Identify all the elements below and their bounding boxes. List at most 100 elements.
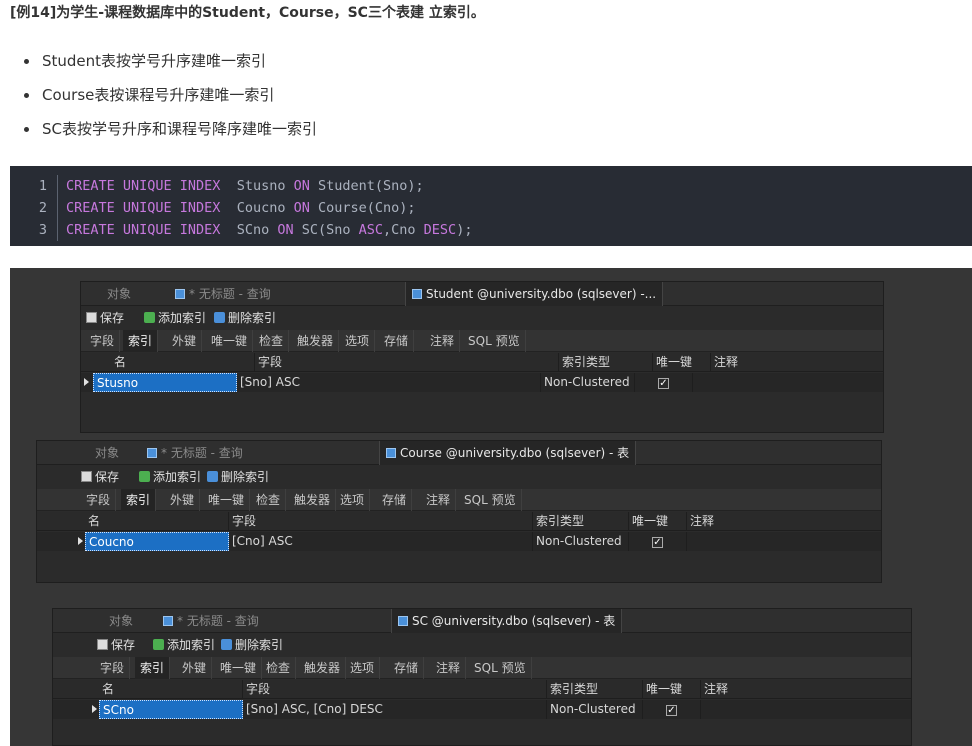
subtab-checks[interactable]: 检查 <box>254 330 290 352</box>
save-button[interactable]: 保存 <box>86 309 124 327</box>
delete-index-button[interactable]: 删除索引 <box>207 468 269 486</box>
cell-unique[interactable]: ✓ <box>643 700 701 719</box>
tab-query-label: * 无标题 - 查询 <box>177 614 259 628</box>
subtab-fields[interactable]: 字段 <box>81 489 117 511</box>
subtab-comment[interactable]: 注释 <box>431 657 467 679</box>
subtab-foreign-keys[interactable]: 外键 <box>177 657 213 679</box>
column-name[interactable]: 名 <box>85 512 229 531</box>
subtab-options[interactable]: 选项 <box>335 489 371 511</box>
unique-checkbox[interactable]: ✓ <box>652 537 663 548</box>
cell-field[interactable]: [Sno] ASC, [Cno] DESC <box>243 700 547 719</box>
subtab-unique-keys[interactable]: 唯一键 <box>215 657 263 679</box>
subtab-comment[interactable]: 注释 <box>421 489 457 511</box>
cell-field[interactable]: [Cno] ASC <box>229 532 533 551</box>
add-index-button[interactable]: 添加索引 <box>153 636 215 654</box>
cell-index-type[interactable]: Non-Clustered <box>533 532 629 551</box>
subtab-comment[interactable]: 注释 <box>425 330 461 352</box>
subtab-sql-preview[interactable]: SQL 预览 <box>463 330 526 352</box>
line-number: 1 <box>10 175 58 197</box>
cell-field[interactable]: [Sno] ASC <box>237 373 541 392</box>
column-index-type[interactable]: 索引类型 <box>559 353 653 372</box>
cell-index-name[interactable]: Stusno <box>93 373 237 392</box>
unique-checkbox[interactable]: ✓ <box>658 378 669 389</box>
subtab-indexes[interactable]: 索引 <box>117 486 159 514</box>
subtab-unique-keys[interactable]: 唯一键 <box>206 330 254 352</box>
window-tabbar: 对象 * 无标题 - 查询 Student @university.dbo (s… <box>81 282 883 306</box>
tab-query[interactable]: * 无标题 - 查询 <box>141 441 249 465</box>
subtab-storage[interactable]: 存储 <box>389 657 425 679</box>
tab-query[interactable]: * 无标题 - 查询 <box>157 609 265 633</box>
tab-objects[interactable]: 对象 <box>103 609 139 633</box>
save-button[interactable]: 保存 <box>97 636 135 654</box>
subtab-storage[interactable]: 存储 <box>379 330 415 352</box>
column-comment[interactable]: 注释 <box>687 512 881 531</box>
column-name[interactable]: 名 <box>99 680 243 699</box>
keyword: CREATE UNIQUE INDEX <box>66 200 221 216</box>
save-icon <box>97 639 108 650</box>
code-text: Student(Sno); <box>309 178 424 194</box>
sql-code-block: 1 CREATE UNIQUE INDEX Stusno ON Student(… <box>10 166 972 246</box>
subtab-triggers[interactable]: 触发器 <box>299 657 347 679</box>
cell-index-name[interactable]: Coucno <box>85 532 229 551</box>
column-unique[interactable]: 唯一键 <box>653 353 711 372</box>
subtab-checks[interactable]: 检查 <box>251 489 287 511</box>
tab-objects[interactable]: 对象 <box>101 282 137 306</box>
cell-index-name[interactable]: SCno <box>99 700 243 719</box>
table-row[interactable]: Stusno [Sno] ASC Non-Clustered ✓ <box>81 373 883 392</box>
subtab-triggers[interactable]: 触发器 <box>289 489 337 511</box>
column-comment[interactable]: 注释 <box>711 353 883 372</box>
add-index-button[interactable]: 添加索引 <box>144 309 206 327</box>
article-page: [例14]为学生-课程数据库中的Student，Course，SC三个表建 立索… <box>0 0 972 746</box>
subtab-triggers[interactable]: 触发器 <box>292 330 340 352</box>
tab-table-design[interactable]: SC @university.dbo (sqlsever) - 表 <box>391 609 623 633</box>
column-field[interactable]: 字段 <box>255 353 559 372</box>
subtab-foreign-keys[interactable]: 外键 <box>167 330 203 352</box>
table-icon <box>412 289 422 299</box>
subtab-options[interactable]: 选项 <box>340 330 376 352</box>
subtab-foreign-keys[interactable]: 外键 <box>165 489 201 511</box>
column-index-type[interactable]: 索引类型 <box>533 512 629 531</box>
cell-index-type[interactable]: Non-Clustered <box>541 373 635 392</box>
subtab-indexes[interactable]: 索引 <box>131 654 173 682</box>
column-field[interactable]: 字段 <box>243 680 547 699</box>
list-item: SC表按学号升序和课程号降序建唯一索引 <box>24 118 317 152</box>
subtab-unique-keys[interactable]: 唯一键 <box>203 489 251 511</box>
cell-index-type[interactable]: Non-Clustered <box>547 700 643 719</box>
column-name[interactable]: 名 <box>111 353 255 372</box>
column-index-type[interactable]: 索引类型 <box>547 680 643 699</box>
subtab-sql-preview[interactable]: SQL 预览 <box>469 657 532 679</box>
delete-index-button[interactable]: 删除索引 <box>221 636 283 654</box>
cell-comment[interactable] <box>693 373 883 392</box>
unique-checkbox[interactable]: ✓ <box>666 705 677 716</box>
navicat-screenshot: 对象 * 无标题 - 查询 Student @university.dbo (s… <box>10 268 972 746</box>
save-button[interactable]: 保存 <box>81 468 119 486</box>
table-row[interactable]: SCno [Sno] ASC, [Cno] DESC Non-Clustered… <box>53 700 911 719</box>
tab-table-design[interactable]: Course @university.dbo (sqlsever) - 表 <box>379 441 637 465</box>
subtab-fields[interactable]: 字段 <box>95 657 131 679</box>
tab-query-label: * 无标题 - 查询 <box>161 446 243 460</box>
save-label: 保存 <box>95 470 120 484</box>
index-grid-header: 名 字段 索引类型 唯一键 注释 <box>37 512 881 531</box>
column-field[interactable]: 字段 <box>229 512 533 531</box>
subtab-checks[interactable]: 检查 <box>261 657 297 679</box>
column-comment[interactable]: 注释 <box>701 680 911 699</box>
subtab-storage[interactable]: 存储 <box>377 489 413 511</box>
cell-comment[interactable] <box>701 700 911 719</box>
cell-comment[interactable] <box>687 532 881 551</box>
tab-table-design[interactable]: Student @university.dbo (sqlsever) -... <box>405 282 664 306</box>
delete-index-button[interactable]: 删除索引 <box>214 309 276 327</box>
cell-unique[interactable]: ✓ <box>629 532 687 551</box>
subtab-options[interactable]: 选项 <box>345 657 381 679</box>
column-unique[interactable]: 唯一键 <box>643 680 701 699</box>
cell-unique[interactable]: ✓ <box>635 373 693 392</box>
subtab-sql-preview[interactable]: SQL 预览 <box>459 489 522 511</box>
designer-subtabs: 字段 索引 外键 唯一键 检查 触发器 选项 存储 注释 SQL 预览 <box>81 327 883 355</box>
subtab-indexes[interactable]: 索引 <box>119 327 161 355</box>
subtab-fields[interactable]: 字段 <box>85 330 121 352</box>
column-unique[interactable]: 唯一键 <box>629 512 687 531</box>
tab-objects[interactable]: 对象 <box>89 441 125 465</box>
add-index-button[interactable]: 添加索引 <box>139 468 201 486</box>
tab-query[interactable]: * 无标题 - 查询 <box>169 282 277 306</box>
code-text: SC(Sno <box>293 222 359 238</box>
table-row[interactable]: Coucno [Cno] ASC Non-Clustered ✓ <box>37 532 881 551</box>
